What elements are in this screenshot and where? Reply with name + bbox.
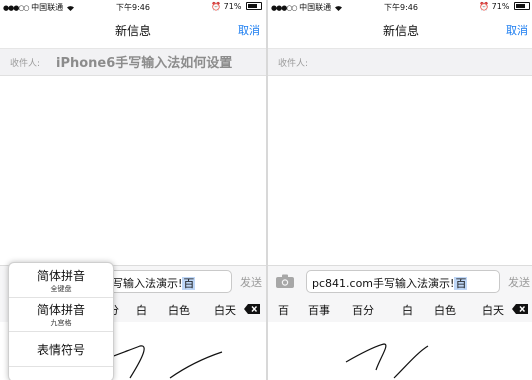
cancel-button[interactable]: 取消: [238, 22, 260, 38]
menu-item-pinyin-9key[interactable]: 简体拼音 九宫格: [9, 301, 113, 328]
composing-char: 百: [454, 277, 468, 290]
send-button[interactable]: 发送: [508, 274, 530, 290]
alarm-icon: ⏰: [211, 2, 222, 11]
recipient-label: 收件人:: [10, 59, 41, 69]
page-title: 新信息: [382, 24, 419, 38]
battery-icon: [246, 2, 262, 10]
message-input-text: 手写输入法演示!百: [101, 275, 196, 291]
input-method-menu: 简体拼音 全键盘 简体拼音 九宫格 表情符号: [8, 262, 114, 380]
right-phone-screen: ●●●○○ 中国联通 下午9:46 ⏰ 71% 新信息 取消 收件人: pc84…: [268, 0, 532, 380]
status-right: ⏰ 71%: [479, 2, 530, 11]
backspace-icon[interactable]: [512, 304, 528, 314]
menu-item-sublabel: 九宫格: [50, 319, 72, 327]
status-bar: ●●●○○ 中国联通 下午9:46 ⏰ 71%: [268, 0, 532, 14]
menu-item-emoji[interactable]: 表情符号: [9, 341, 113, 358]
send-button[interactable]: 发送: [240, 274, 262, 290]
recipient-value[interactable]: iPhone6手写输入法如何设置: [56, 52, 232, 71]
candidate-item[interactable]: 百: [278, 302, 289, 318]
status-bar: ●●●○○ 中国联通 下午9:46 ⏰ 71%: [0, 0, 266, 14]
cancel-button[interactable]: 取消: [506, 22, 528, 38]
candidate-item[interactable]: 白: [136, 302, 147, 318]
menu-item-sublabel: 全键盘: [50, 285, 72, 293]
candidate-item[interactable]: 白天: [482, 302, 504, 318]
menu-item-label: 简体拼音: [36, 303, 85, 317]
candidate-item[interactable]: 百分: [352, 302, 374, 318]
message-text: pc841.com手写输入法演示!: [312, 277, 455, 290]
handwriting-stroke: [345, 343, 429, 379]
status-right: ⏰ 71%: [211, 2, 262, 11]
battery-icon: [514, 2, 530, 10]
camera-icon[interactable]: [276, 274, 294, 288]
menu-item-label: 简体拼音: [36, 269, 85, 283]
menu-divider: [9, 331, 113, 332]
battery-percent: 71%: [223, 2, 242, 11]
menu-divider: [9, 297, 113, 298]
candidate-item[interactable]: 白色: [168, 302, 190, 318]
recipient-row[interactable]: 收件人: iPhone6手写输入法如何设置: [0, 48, 266, 76]
candidate-bar: 百 百事 百分 白 白色 白天: [268, 296, 532, 323]
nav-bar: 新信息 取消: [0, 14, 266, 48]
composing-char: 百: [182, 277, 196, 290]
message-input[interactable]: pc841.com手写输入法演示!百: [306, 270, 500, 293]
handwriting-pad[interactable]: [268, 322, 532, 380]
menu-item-pinyin-full[interactable]: 简体拼音 全键盘: [9, 267, 113, 294]
recipient-row[interactable]: 收件人:: [268, 48, 532, 76]
nav-bar: 新信息 取消: [268, 14, 532, 48]
page-title: 新信息: [114, 24, 151, 38]
candidate-item[interactable]: 百事: [308, 302, 330, 318]
compose-bar: pc841.com手写输入法演示!百 发送: [268, 265, 532, 297]
left-phone-screen: ●●●○○ 中国联通 下午9:46 ⏰ 71% 新信息 取消 收件人: iPho…: [0, 0, 266, 380]
backspace-icon[interactable]: [244, 304, 260, 314]
menu-divider: [9, 366, 113, 367]
candidate-item[interactable]: 白天: [214, 302, 236, 318]
candidate-item[interactable]: 白色: [434, 302, 456, 318]
message-input-text: pc841.com手写输入法演示!百: [312, 275, 468, 291]
battery-percent: 71%: [491, 2, 510, 11]
candidate-item[interactable]: 白: [402, 302, 413, 318]
recipient-label: 收件人:: [278, 59, 309, 69]
menu-item-label: 表情符号: [36, 343, 85, 357]
alarm-icon: ⏰: [479, 2, 490, 11]
